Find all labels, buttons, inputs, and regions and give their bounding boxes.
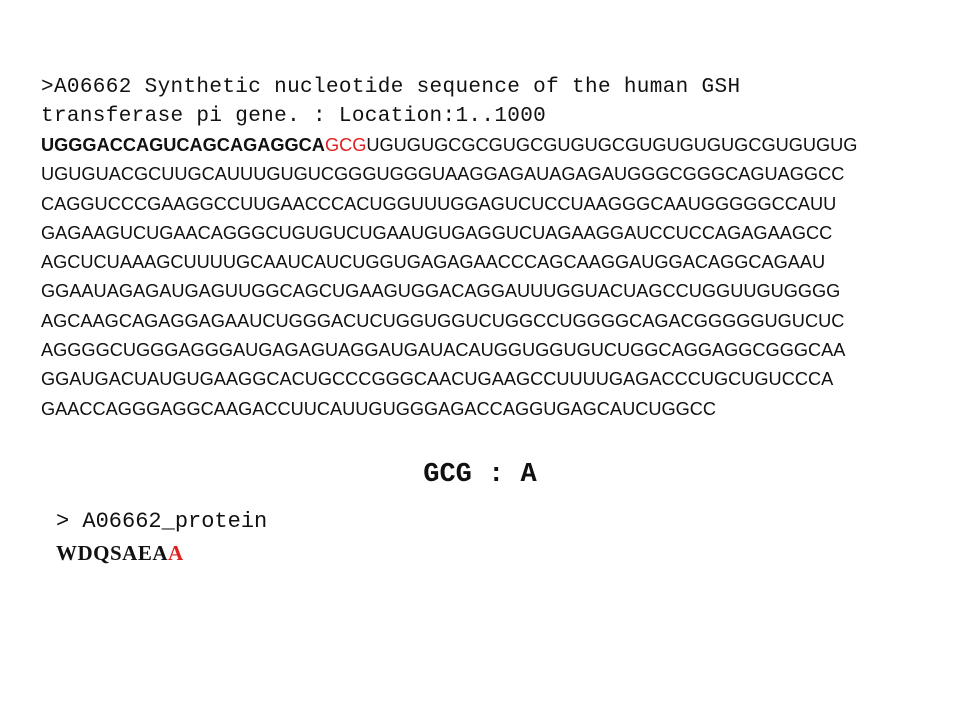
sequence-line: UGUGUACGCUUGCAUUUGUGUCGGGUGGGUAAGGAGAUAG…	[41, 164, 845, 185]
sequence-line: GGAAUAGAGAUGAGUUGGCAGCUGAAGUGGACAGGAUUUG…	[41, 281, 841, 302]
protein-highlighted-residue: A	[168, 541, 184, 565]
protein-header-name: A06662_protein	[82, 509, 268, 534]
sequence-line: GAGAAGUCUGAACAGGGCUGUGUCUGAAUGUGAGGUCUAG…	[41, 222, 833, 243]
codon-translation: GCG : A	[0, 458, 960, 492]
sequence-line: CAGGUCCCGAAGGCCUUGAACCCACUGGUUUGGAGUCUCC…	[41, 193, 837, 214]
sequence-line: AGCAAGCAGAGGAGAAUCUGGGACUCUGGUGGUCUGGCCU…	[41, 310, 845, 331]
sequence-line-1-rest: UGUGUGCGCGUGCGUGUGCGUGUGUGUGCGUGUGUG	[366, 135, 858, 155]
sequence-header-line1: >A06662 Synthetic nucleotide sequence of…	[41, 76, 741, 99]
codon-separator: :	[488, 460, 505, 490]
protein-sequence-prefix: WDQSAEA	[56, 541, 169, 565]
protein-header: > A06662_protein	[56, 508, 267, 536]
sequence-line: GAACCAGGGAGGCAAGACCUUCAUUGUGGGAGACCAGGUG…	[41, 398, 717, 419]
highlighted-codon: GCG	[324, 135, 367, 155]
sequence-line: AGCUCUAAAGCUUUUGCAAUCAUCUGGUGAGAGAACCCAG…	[41, 252, 826, 273]
protein-sequence: WDQSAEAA	[56, 539, 184, 567]
sequence-line: GGAUGACUAUGUGAAGGCACUGCCCGGGCAACUGAAGCCU…	[41, 369, 834, 390]
sequence-line: AGGGGCUGGGAGGGAUGAGAGUAGGAUGAUACAUGGUGGU…	[41, 340, 846, 361]
sequence-header: >A06662 Synthetic nucleotide sequence of…	[41, 73, 921, 132]
amino-acid-label: A	[520, 460, 537, 490]
sequence-line-1: UGGGACCAGUCAGCAGAGGCAGCGUGUGUGCGCGUGCGUG…	[41, 131, 921, 160]
sequence-header-line2: transferase pi gene. : Location:1..1000	[41, 105, 547, 129]
codon-label: GCG	[423, 460, 472, 490]
sequence-bold-prefix: UGGGACCAGUCAGCAGAGGCA	[41, 135, 325, 155]
protein-header-prefix: >	[56, 509, 70, 534]
nucleotide-sequence: UGGGACCAGUCAGCAGAGGCAGCGUGUGUGCGCGUGCGUG…	[41, 131, 921, 424]
